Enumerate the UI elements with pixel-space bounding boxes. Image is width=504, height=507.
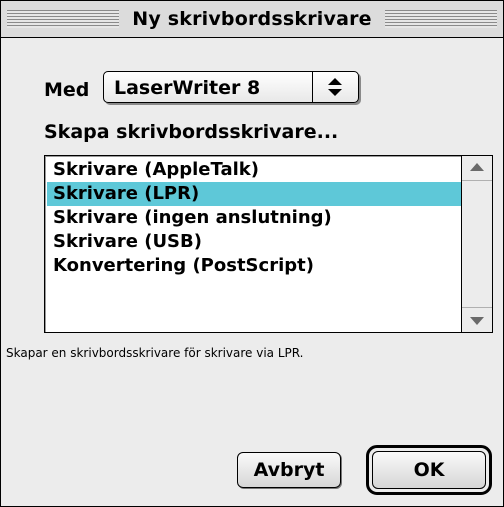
list-item[interactable]: Skrivare (AppleTalk) — [47, 158, 464, 182]
driver-label: Med — [44, 79, 90, 101]
list-item[interactable]: Skrivare (LPR) — [47, 182, 464, 206]
title-bar-stripes-left — [7, 10, 119, 28]
dialog-window: Ny skrivbordsskrivare Med LaserWriter 8 … — [0, 0, 504, 507]
ok-button[interactable]: OK — [372, 451, 486, 489]
scroll-up-button[interactable] — [462, 156, 492, 181]
list-item[interactable]: Skrivare (USB) — [47, 230, 464, 254]
printer-type-list[interactable]: Skrivare (AppleTalk) Skrivare (LPR) Skriva… — [44, 155, 493, 333]
cancel-button[interactable]: Avbryt — [237, 452, 341, 488]
driver-popup-value: LaserWriter 8 — [114, 77, 261, 99]
title-bar[interactable]: Ny skrivbordsskrivare — [1, 1, 503, 38]
scroll-down-arrow-icon — [470, 317, 484, 325]
driver-popup-menu[interactable]: LaserWriter 8 — [103, 71, 359, 103]
popup-divider — [312, 72, 313, 102]
title-bar-stripes-right — [385, 10, 497, 28]
scroll-down-button[interactable] — [462, 307, 492, 332]
scroll-up-arrow-icon — [470, 163, 484, 171]
list-item[interactable]: Konvertering (PostScript) — [47, 254, 464, 278]
create-printer-label: Skapa skrivbordsskrivare... — [44, 121, 339, 143]
list-item[interactable]: Skrivare (ingen anslutning) — [47, 206, 464, 230]
description-text: Skapar en skrivbordsskrivare för skrivar… — [6, 346, 304, 360]
list-scrollbar[interactable] — [461, 156, 492, 332]
up-down-arrows-icon — [328, 78, 342, 96]
window-title: Ny skrivbordsskrivare — [119, 4, 385, 34]
